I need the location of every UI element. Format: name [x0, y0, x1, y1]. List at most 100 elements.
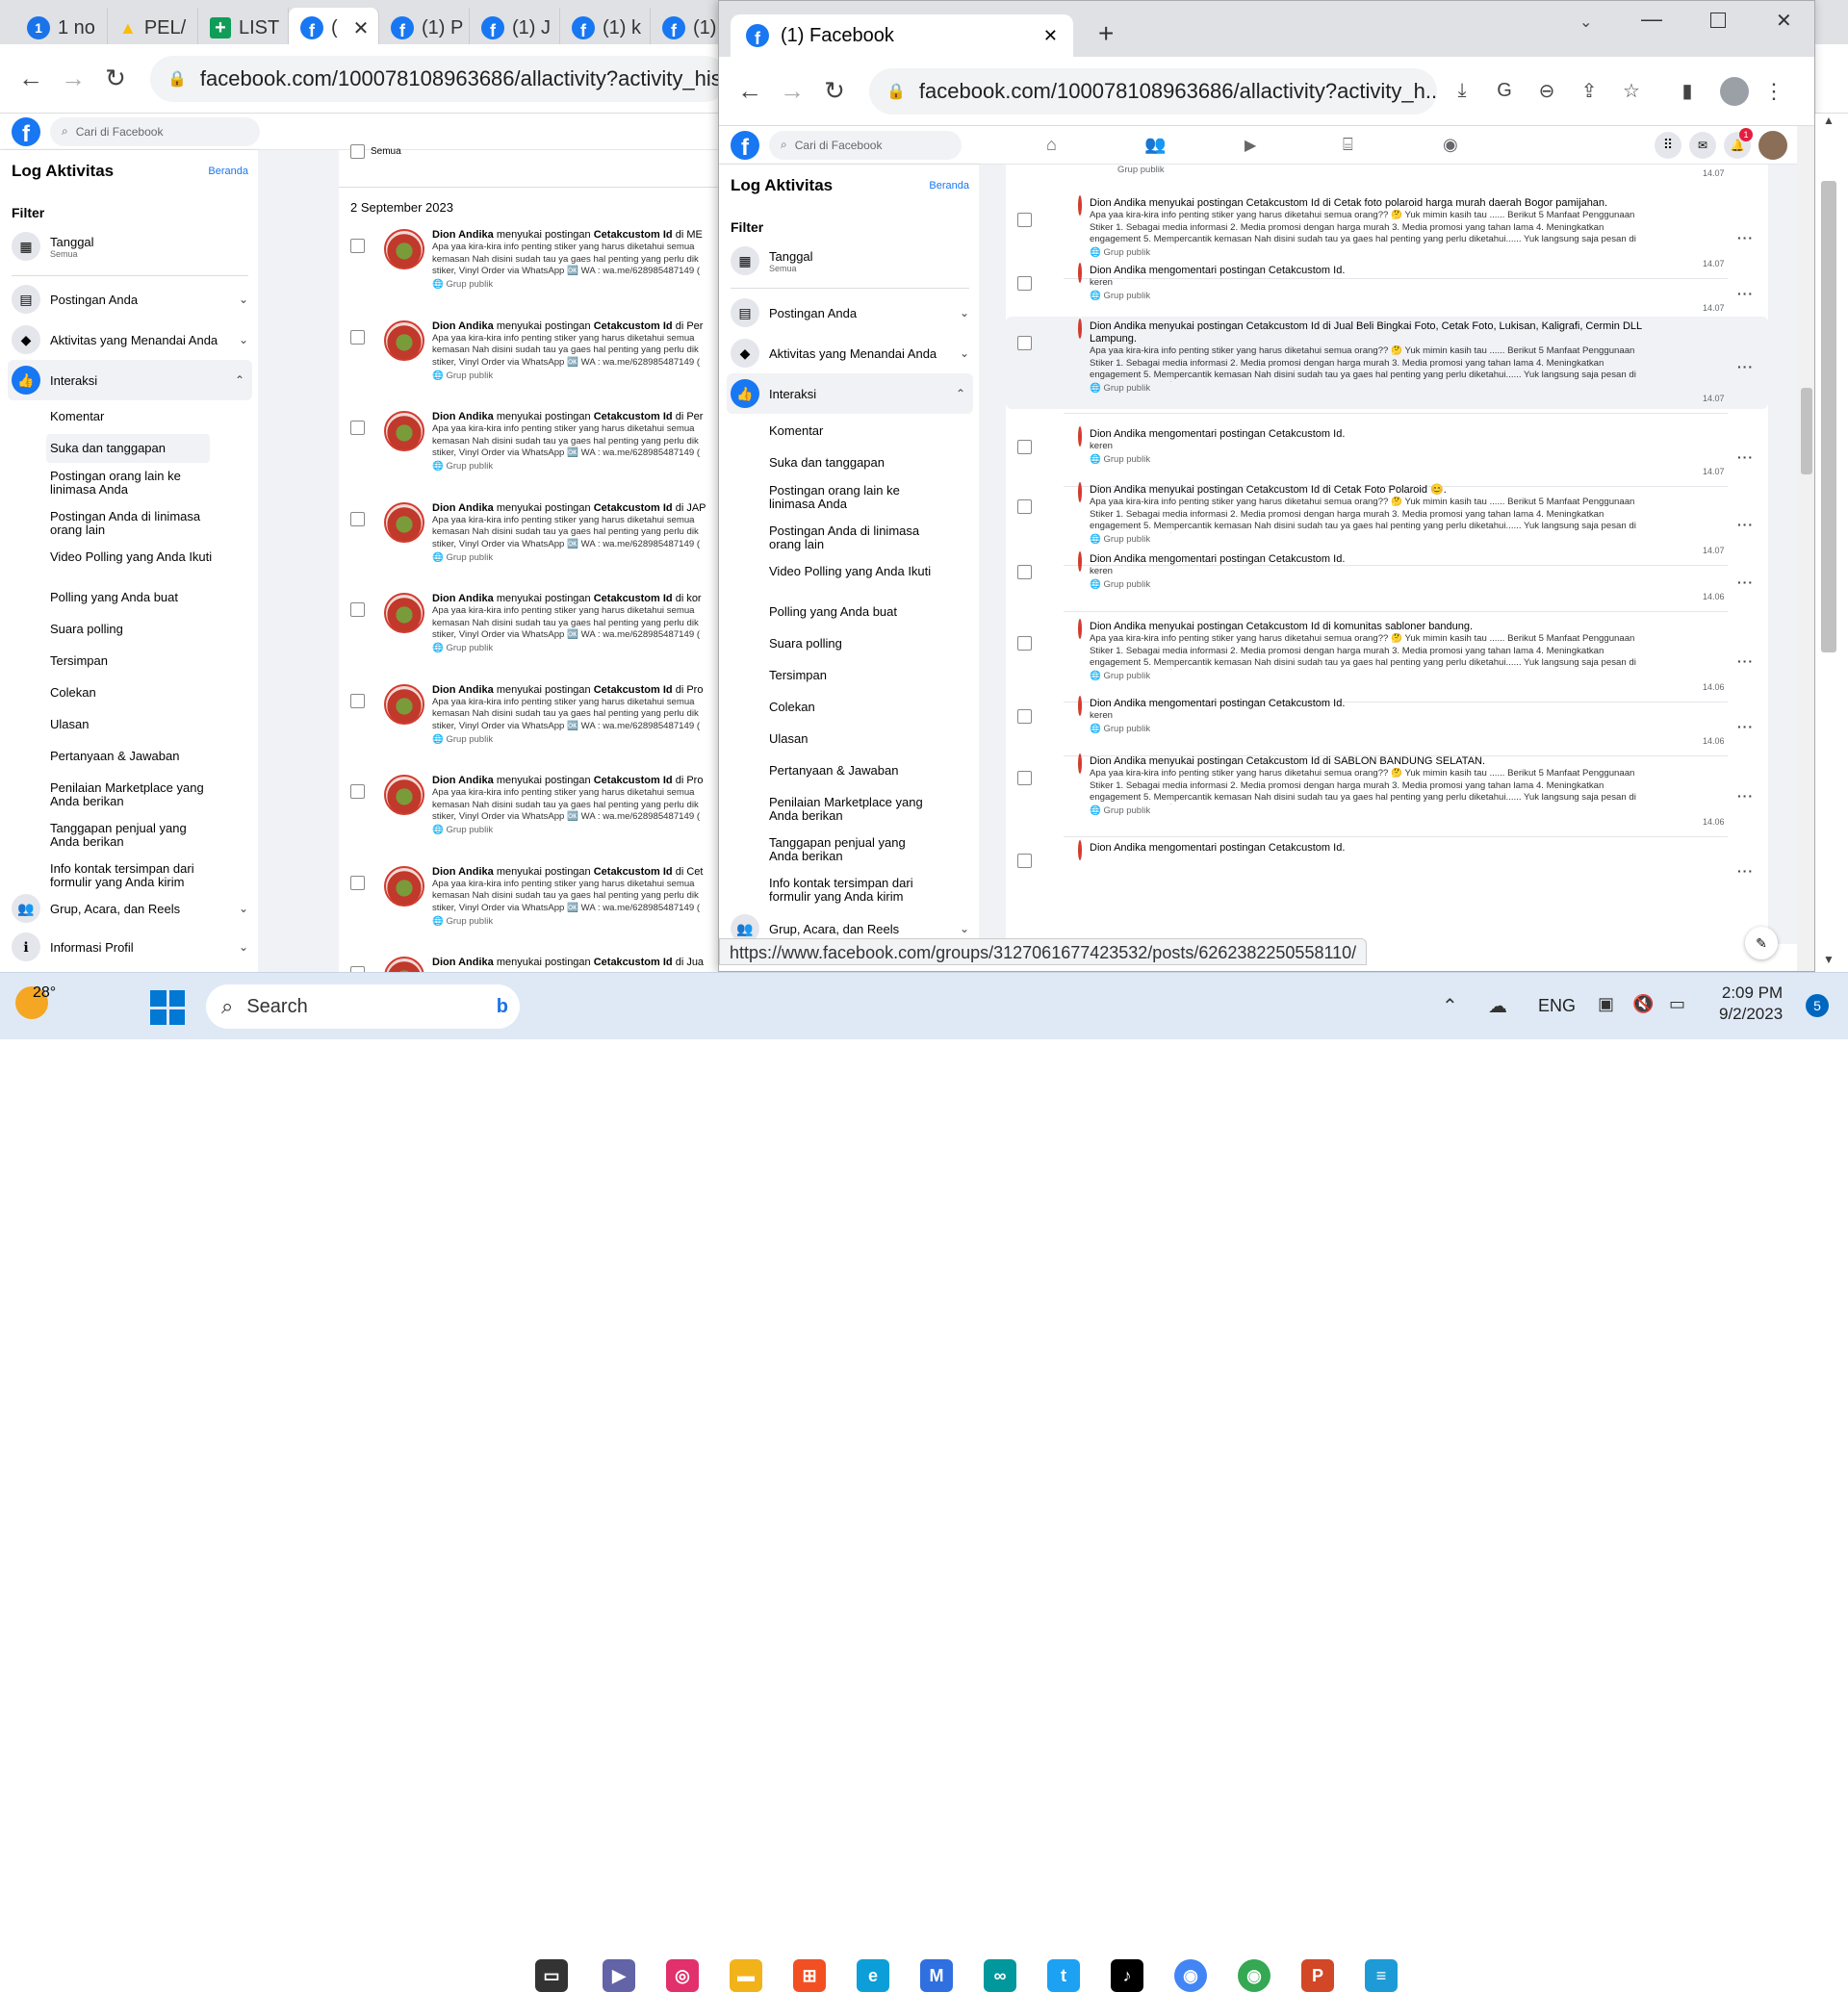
chevron-up-icon[interactable]: ⌃ [1442, 994, 1458, 1018]
activity-item[interactable]: Dion Andika menyukai postingan Cetakcust… [339, 683, 718, 746]
tab-3[interactable]: + LIST [198, 8, 289, 48]
activity-item[interactable]: Dion Andika mengomentari postingan Cetak… [1006, 261, 1768, 319]
tab-8[interactable]: f (1) [651, 8, 718, 48]
more-options-icon[interactable]: ··· [1737, 653, 1754, 669]
maximize-button[interactable] [1710, 13, 1726, 28]
checkbox[interactable] [350, 421, 365, 435]
more-options-icon[interactable]: ··· [1737, 788, 1754, 804]
notification-count-badge[interactable]: 5 [1806, 994, 1829, 1017]
tab-6[interactable]: f (1) J [470, 8, 560, 48]
category-interactions[interactable]: 👍 Interaksi ⌃ [8, 360, 252, 400]
checkbox[interactable] [1017, 499, 1032, 514]
address-bar[interactable]: 🔒 facebook.com/100078108963686/allactivit… [869, 67, 1437, 115]
select-all[interactable]: Semua [350, 144, 401, 159]
avatar[interactable] [1758, 130, 1787, 160]
file-explorer-icon[interactable]: ▬ [730, 1959, 762, 1992]
sidebar-item[interactable]: Info kontak tersimpan dari formulir yang… [50, 862, 214, 889]
reload-icon[interactable]: ↻ [98, 64, 133, 93]
translate-icon[interactable]: G [1487, 80, 1522, 102]
activity-item[interactable]: Dion Andika menyukai postingan Cetakcust… [1006, 317, 1768, 409]
windows-start-icon[interactable] [150, 990, 185, 1025]
sidebar-item[interactable]: Colekan [769, 701, 933, 714]
notepad-icon[interactable]: ≡ [1365, 1959, 1398, 1992]
tab-7[interactable]: f (1) k [560, 8, 651, 48]
tab-search-chevron-icon[interactable]: ⌄ [1579, 13, 1592, 32]
chrome-icon[interactable]: ◉ [1174, 1959, 1207, 1992]
new-tab-button[interactable]: + [1098, 18, 1114, 49]
category-tagged[interactable]: ◆ Aktivitas yang Menandai Anda ⌄ [12, 322, 248, 357]
sidebar-item[interactable]: Tersimpan [50, 654, 214, 668]
more-options-icon[interactable]: ··· [1737, 719, 1754, 734]
sidebar-item[interactable]: Tersimpan [769, 669, 933, 682]
search-input[interactable]: ⌕ Cari di Facebook [769, 130, 962, 160]
friends-icon[interactable]: 👥 [1144, 135, 1166, 155]
sidebar-item[interactable]: Postingan orang lain ke linimasa Anda [50, 470, 214, 497]
checkbox[interactable] [350, 602, 365, 617]
sidebar-item[interactable]: Suka dan tanggapan [46, 434, 210, 463]
checkbox[interactable] [1017, 565, 1032, 579]
battery-icon[interactable]: ▭ [1669, 994, 1685, 1014]
groups-icon[interactable]: ◉ [1443, 135, 1458, 155]
back-scrollbar-thumb[interactable] [1821, 181, 1836, 652]
tab-4-active[interactable]: f (✕ [289, 8, 379, 48]
menu-grid-icon[interactable]: ⠿ [1655, 131, 1681, 159]
marketplace-icon[interactable]: ⌸ [1343, 135, 1353, 155]
profile-icon[interactable] [1720, 76, 1749, 106]
more-options-icon[interactable]: ··· [1737, 863, 1754, 879]
checkbox[interactable] [1017, 854, 1032, 868]
onedrive-icon[interactable]: ☁ [1488, 994, 1507, 1018]
share-icon[interactable]: ⇪ [1572, 79, 1606, 103]
display-icon[interactable]: ▣ [1598, 994, 1614, 1014]
sidebar-item[interactable]: Komentar [50, 410, 214, 423]
category-profile[interactable]: ℹ Informasi Profil ⌄ [12, 930, 248, 964]
weather-widget[interactable]: 28° [15, 984, 77, 1019]
facebook-logo-icon[interactable]: f [12, 116, 40, 146]
tab-5[interactable]: f (1) P [379, 8, 470, 48]
checkbox[interactable] [350, 239, 365, 253]
checkbox[interactable] [1017, 771, 1032, 785]
sidebar-item[interactable]: Penilaian Marketplace yang Anda berikan [50, 781, 214, 808]
teams-icon[interactable]: ▶ [603, 1959, 635, 1992]
close-tab-icon[interactable]: ✕ [353, 16, 370, 40]
more-options-icon[interactable]: ··· [1737, 230, 1754, 245]
sidebar-item[interactable]: Tanggapan penjual yang Anda berikan [50, 822, 214, 849]
volume-muted-icon[interactable]: 🔇 [1632, 994, 1654, 1014]
tab-2[interactable]: ▲ PEL/ [108, 8, 198, 48]
tab-1[interactable]: 11 no [15, 8, 108, 48]
sidebar-item[interactable]: Suka dan tanggapan [769, 456, 933, 470]
activity-item[interactable]: Dion Andika menyukai postingan Cetakcust… [339, 865, 718, 928]
activity-item[interactable]: Dion Andika menyukai postingan Cetakcust… [339, 593, 718, 654]
sidebar-item[interactable]: Polling yang Anda buat [769, 605, 933, 619]
checkbox[interactable] [350, 329, 365, 345]
more-options-icon[interactable]: ··· [1737, 359, 1754, 374]
menu-kebab-icon[interactable]: ⋮ [1757, 79, 1791, 104]
activity-item[interactable]: Dion Andika mengomentari postingan Cetak… [1006, 694, 1768, 752]
side-panel-icon[interactable]: ▮ [1670, 79, 1705, 103]
close-tab-icon[interactable]: ✕ [1043, 26, 1058, 46]
new-message-icon[interactable]: ✎ [1745, 927, 1778, 959]
scroll-up-arrow-icon[interactable]: ▲ [1823, 114, 1835, 127]
arduino-icon[interactable]: ∞ [984, 1959, 1016, 1992]
sidebar-item[interactable]: Postingan Anda di linimasa orang lain [50, 510, 214, 537]
activity-item[interactable]: Dion Andika mengomentari postingan Cetak… [1006, 549, 1768, 607]
messenger-icon[interactable]: ✉ [1689, 131, 1716, 159]
sidebar-item[interactable]: Pertanyaan & Jawaban [50, 750, 214, 763]
edge-icon[interactable]: e [857, 1959, 889, 1992]
scrollbar-thumb[interactable] [1801, 388, 1812, 474]
forward-arrow-icon[interactable]: → [56, 64, 90, 93]
activity-item[interactable]: Dion Andika menyukai postingan Cetakcust… [339, 411, 718, 472]
microsoft-store-icon[interactable]: ⊞ [793, 1959, 826, 1992]
sidebar-item[interactable]: Polling yang Anda buat [50, 591, 214, 604]
checkbox[interactable] [350, 875, 365, 890]
reload-icon[interactable]: ↻ [817, 76, 852, 106]
tiktok-icon[interactable]: ♪ [1111, 1959, 1143, 1992]
activity-item[interactable]: Dion Andika menyukai postingan Cetakcust… [1006, 617, 1768, 698]
checkbox[interactable] [350, 511, 365, 526]
date-filter[interactable]: ▦ Tanggal Semua [731, 243, 813, 278]
activity-item[interactable]: Dion Andika menyukai postingan Cetakcust… [339, 775, 718, 836]
scrollbar[interactable] [1797, 126, 1814, 971]
app-icon[interactable]: M [920, 1959, 953, 1992]
bookmark-star-icon[interactable]: ☆ [1614, 79, 1649, 103]
sidebar-item[interactable]: Suara polling [50, 623, 214, 636]
activity-item[interactable]: Dion Andika mengomentari postingan Cetak… [1006, 424, 1768, 482]
